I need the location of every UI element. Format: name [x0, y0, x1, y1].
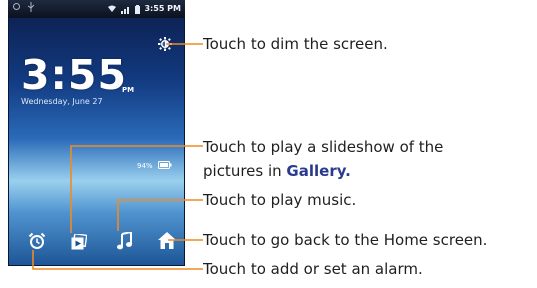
callout-home: Touch to go back to the Home screen. — [203, 231, 488, 249]
gallery-label: Gallery. — [286, 162, 351, 180]
callout-music: Touch to play music. — [203, 191, 357, 209]
callout-slideshow-line1: Touch to play a slideshow of the — [203, 138, 444, 156]
callout-dim: Touch to dim the screen. — [203, 35, 388, 53]
callout-slideshow-prefix: pictures in — [203, 162, 287, 180]
callout-slideshow-line2: pictures in Gallery. — [203, 161, 351, 181]
callout-alarm: Touch to add or set an alarm. — [203, 260, 423, 278]
